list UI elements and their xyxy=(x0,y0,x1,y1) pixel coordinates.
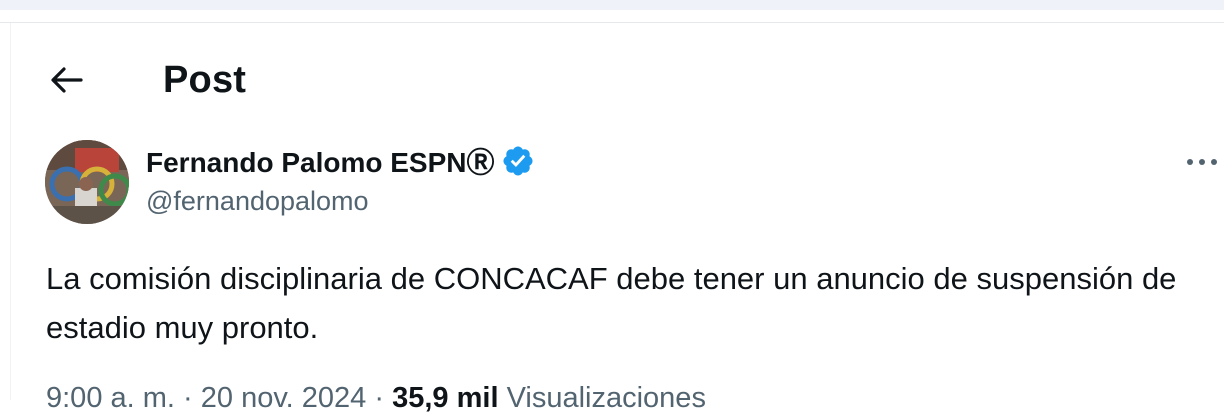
divider xyxy=(0,22,1224,23)
author-name-text: Fernando Palomo ESPNⓇ xyxy=(146,147,495,178)
views-count: 35,9 mil xyxy=(392,382,499,414)
more-horizontal-icon xyxy=(1187,159,1217,165)
post-header: Post xyxy=(0,50,1224,112)
post-meta: 9:00 a. m. · 20 nov. 2024 · 35,9 mil Vis… xyxy=(46,382,706,415)
arrow-left-icon xyxy=(51,67,83,93)
post-date[interactable]: 20 nov. 2024 xyxy=(201,382,367,414)
page-title: Post xyxy=(163,59,247,101)
post-time[interactable]: 9:00 a. m. xyxy=(46,382,175,414)
views-label: Visualizaciones xyxy=(506,382,706,414)
separator: · xyxy=(183,382,193,414)
more-options-button[interactable] xyxy=(1184,146,1224,178)
browser-top-strip xyxy=(0,0,1224,10)
author-name[interactable]: Fernando Palomo ESPNⓇ xyxy=(146,141,535,181)
post-text: La comisión disciplinaria de CONCACAF de… xyxy=(46,261,1177,345)
author-handle[interactable]: @fernandopalomo xyxy=(146,186,369,217)
verified-badge-icon[interactable] xyxy=(501,144,535,178)
back-button[interactable] xyxy=(40,60,92,100)
avatar-image xyxy=(45,140,129,224)
separator: · xyxy=(374,382,385,414)
avatar[interactable] xyxy=(45,140,129,224)
